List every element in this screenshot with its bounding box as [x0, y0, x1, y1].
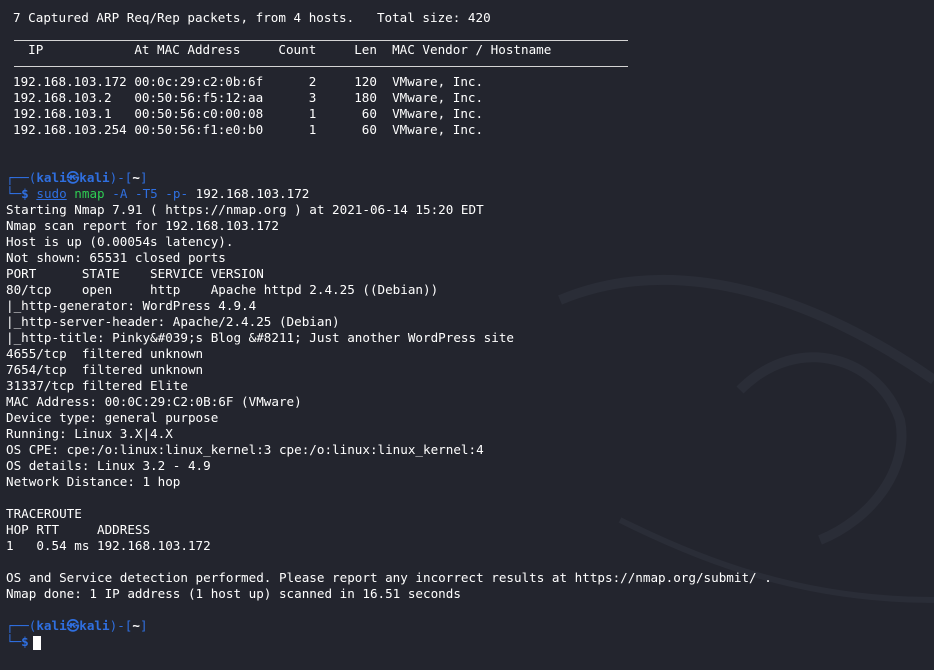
prompt-line-top: ┌──(kali㉿kali)-[~] — [6, 170, 148, 186]
output-line: PORT STATE SERVICE VERSION — [6, 266, 264, 281]
output-line: Starting Nmap 7.91 ( https://nmap.org ) … — [6, 202, 484, 217]
prompt-cwd: ~ — [132, 170, 140, 185]
prompt-cwd: ~ — [132, 618, 140, 633]
arp-header: 7 Captured ARP Req/Rep packets, from 4 h… — [13, 10, 491, 25]
output-line: |_http-server-header: Apache/2.4.25 (Deb… — [6, 314, 340, 329]
table-rule-top — [14, 40, 628, 41]
prompt-bracket: )-[ — [109, 618, 133, 633]
command-line: └─$ sudo nmap -A -T5 -p- 192.168.103.172 — [6, 186, 309, 202]
table-rule-bottom — [14, 66, 628, 67]
command-target: 192.168.103.172 — [195, 186, 310, 201]
output-line: |_http-title: Pinky&#039;s Blog &#8211; … — [6, 330, 514, 345]
output-line: OS details: Linux 3.2 - 4.9 — [6, 458, 211, 473]
prompt-corner: ┌──( — [6, 170, 37, 185]
output-line: 31337/tcp filtered Elite — [6, 378, 188, 393]
output-line: Running: Linux 3.X|4.X — [6, 426, 173, 441]
output-line: OS CPE: cpe:/o:linux:linux_kernel:3 cpe:… — [6, 442, 484, 457]
output-line: Host is up (0.00054s latency). — [6, 234, 234, 249]
arp-row: 192.168.103.2 00:50:56:f5:12:aa 3 180 VM… — [13, 90, 484, 105]
prompt-corner: ┌──( — [6, 618, 37, 633]
output-line: 80/tcp open http Apache httpd 2.4.25 ((D… — [6, 282, 439, 297]
prompt-user: kali㉿kali — [36, 170, 110, 185]
terminal-window[interactable]: 7 Captured ARP Req/Rep packets, from 4 h… — [0, 0, 934, 670]
prompt-dollar: $ — [21, 186, 29, 201]
output-line: Network Distance: 1 hop — [6, 474, 181, 489]
arp-row: 192.168.103.172 00:0c:29:c2:0b:6f 2 120 … — [13, 74, 484, 89]
output-line: MAC Address: 00:0C:29:C2:0B:6F (VMware) — [6, 394, 302, 409]
command-nmap: nmap — [74, 186, 105, 201]
output-line: 1 0.54 ms 192.168.103.172 — [6, 538, 211, 553]
prompt-line-top: ┌──(kali㉿kali)-[~] — [6, 618, 148, 634]
prompt-bracket: ] — [139, 170, 148, 185]
command-flags: -A -T5 -p- — [112, 186, 189, 201]
text-cursor[interactable] — [32, 635, 41, 650]
arp-row: 192.168.103.254 00:50:56:f1:e0:b0 1 60 V… — [13, 122, 484, 137]
output-line: TRACEROUTE — [6, 506, 82, 521]
output-line: Nmap done: 1 IP address (1 host up) scan… — [6, 586, 461, 601]
prompt-bracket: ] — [139, 618, 148, 633]
input-line[interactable]: └─$ — [6, 634, 41, 650]
output-line: Nmap scan report for 192.168.103.172 — [6, 218, 279, 233]
output-line: Device type: general purpose — [6, 410, 219, 425]
output-line: Not shown: 65531 closed ports — [6, 250, 226, 265]
prompt-dollar: $ — [21, 634, 29, 649]
arp-column-headers: IP At MAC Address Count Len MAC Vendor /… — [13, 42, 552, 57]
command-sudo: sudo — [36, 186, 67, 201]
output-line: 7654/tcp filtered unknown — [6, 362, 204, 377]
prompt-user: kali㉿kali — [36, 618, 110, 633]
output-line: OS and Service detection performed. Plea… — [6, 570, 772, 585]
prompt-corner: └─ — [6, 634, 22, 649]
prompt-corner: └─ — [6, 186, 22, 201]
output-line: |_http-generator: WordPress 4.9.4 — [6, 298, 257, 313]
output-line: HOP RTT ADDRESS — [6, 522, 151, 537]
output-line: 4655/tcp filtered unknown — [6, 346, 204, 361]
prompt-bracket: )-[ — [109, 170, 133, 185]
arp-row: 192.168.103.1 00:50:56:c0:00:08 1 60 VMw… — [13, 106, 484, 121]
